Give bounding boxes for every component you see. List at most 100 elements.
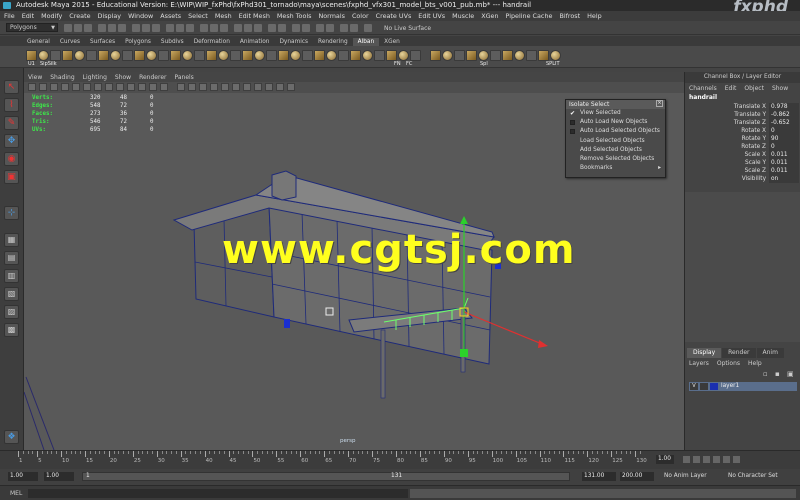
channel-menu-show[interactable]: Show xyxy=(772,85,788,92)
shelf-tool-icon[interactable] xyxy=(74,50,85,61)
status-tool-icon[interactable] xyxy=(302,24,310,32)
layer-menu-options[interactable]: Options xyxy=(717,360,740,367)
step-back-icon[interactable] xyxy=(693,456,700,463)
shelf-tab-dynamics[interactable]: Dynamics xyxy=(274,38,313,46)
shelf-tool-icon[interactable] xyxy=(50,50,61,61)
menu-edit[interactable]: Edit xyxy=(22,12,34,20)
status-tool-icon[interactable] xyxy=(254,24,262,32)
scale-handle[interactable] xyxy=(460,349,468,357)
isolate-menu-item[interactable]: Load Selected Objects xyxy=(566,137,665,146)
status-tool-icon[interactable] xyxy=(244,24,252,32)
shelf-tool-icon[interactable] xyxy=(502,50,513,61)
checkbox[interactable] xyxy=(570,129,575,135)
isolate-menu-item[interactable]: Auto Load Selected Objects xyxy=(566,127,665,136)
time-slider[interactable]: 1.00 1 5 10 15 20 25 30 35 40 45 50 55 60 65 70 75 80 85 9… xyxy=(0,450,800,469)
shelf-tab-animation[interactable]: Animation xyxy=(235,38,275,46)
status-tool-icon[interactable] xyxy=(166,24,174,32)
viewport-tool-icon[interactable] xyxy=(72,83,80,91)
checkbox[interactable] xyxy=(570,120,575,126)
layout-single-icon[interactable]: ▦ xyxy=(4,233,19,247)
shelf-tool-icon[interactable] xyxy=(218,50,229,61)
shelf-tool-icon[interactable] xyxy=(254,50,265,61)
channel-value[interactable]: 0.011 xyxy=(769,167,799,175)
shelf-tool-icon[interactable] xyxy=(466,50,477,61)
shelf-tool-icon[interactable] xyxy=(362,50,373,61)
viewport-tool-icon[interactable] xyxy=(243,83,251,91)
command-language-label[interactable]: MEL xyxy=(10,490,22,497)
layout-four-icon[interactable]: ▤ xyxy=(4,251,19,265)
current-frame-field[interactable]: 1.00 xyxy=(656,455,674,464)
scale-tool-icon[interactable]: ▣ xyxy=(4,170,19,184)
status-tool-icon[interactable] xyxy=(316,24,324,32)
status-tool-icon[interactable] xyxy=(340,24,348,32)
status-tool-icon[interactable] xyxy=(142,24,150,32)
shelf-tool-icon[interactable] xyxy=(538,50,549,61)
menu-set-selector[interactable]: Polygons ▼ xyxy=(6,23,58,32)
status-tool-icon[interactable] xyxy=(132,24,140,32)
channel-menu-channels[interactable]: Channels xyxy=(689,85,717,92)
shelf-tool-icon[interactable] xyxy=(38,50,49,61)
shelf-tool-icon[interactable] xyxy=(86,50,97,61)
menu-select[interactable]: Select xyxy=(188,12,208,20)
shelf-tool-icon[interactable] xyxy=(302,50,313,61)
menu-pipeline-cache[interactable]: Pipeline Cache xyxy=(506,12,553,20)
menu-bifrost[interactable]: Bifrost xyxy=(559,12,580,20)
shelf-tool-icon[interactable] xyxy=(478,50,489,61)
new-layer-icon[interactable]: ▫ xyxy=(763,370,768,378)
anim-layer-selector[interactable]: No Anim Layer xyxy=(664,473,707,479)
shelf-tool-icon[interactable] xyxy=(514,50,525,61)
channel-row-translate-x[interactable]: Translate X 0.978 xyxy=(685,103,800,111)
viewport-tool-icon[interactable] xyxy=(210,83,218,91)
status-tool-icon[interactable] xyxy=(210,24,218,32)
channel-row-scale-z[interactable]: Scale Z 0.011 xyxy=(685,167,800,175)
rotate-tool-icon[interactable]: ◉ xyxy=(4,152,19,166)
shelf-tool-icon[interactable] xyxy=(194,50,205,61)
select-tool-icon[interactable]: ↖ xyxy=(4,80,19,94)
viewport-tool-icon[interactable] xyxy=(149,83,157,91)
status-tool-icon[interactable] xyxy=(176,24,184,32)
menu-display[interactable]: Display xyxy=(98,12,122,20)
shelf-tab-curves[interactable]: Curves xyxy=(55,38,85,46)
viewport-menu-shading[interactable]: Shading xyxy=(50,74,74,81)
layer-color-swatch[interactable] xyxy=(710,383,718,390)
channel-menu-object[interactable]: Object xyxy=(744,85,764,92)
play-forward-icon[interactable] xyxy=(713,456,720,463)
channel-value[interactable]: -0.652 xyxy=(769,119,799,127)
shelf-tab-deformation[interactable]: Deformation xyxy=(189,38,235,46)
shelf-tool-icon[interactable] xyxy=(242,50,253,61)
status-tool-icon[interactable] xyxy=(108,24,116,32)
layout-graph-icon[interactable]: ▨ xyxy=(4,305,19,319)
shelf-tab-subdivs[interactable]: Subdivs xyxy=(156,38,189,46)
shelf-tool-icon[interactable] xyxy=(134,50,145,61)
status-tool-icon[interactable] xyxy=(74,24,82,32)
shelf-tool-icon[interactable] xyxy=(326,50,337,61)
layer-menu-help[interactable]: Help xyxy=(748,360,762,367)
channel-value[interactable]: 0.011 xyxy=(769,151,799,159)
shelf-tool-icon[interactable] xyxy=(158,50,169,61)
menu-muscle[interactable]: Muscle xyxy=(452,12,474,20)
move-tool-icon[interactable]: ✥ xyxy=(4,134,19,148)
menu-window[interactable]: Window xyxy=(128,12,153,20)
menu-help[interactable]: Help xyxy=(587,12,602,20)
viewport-tool-icon[interactable] xyxy=(276,83,284,91)
layer-tab-anim[interactable]: Anim xyxy=(756,348,784,358)
command-input[interactable] xyxy=(28,489,408,498)
new-layer-selected-icon[interactable]: ▪ xyxy=(775,370,780,378)
shelf-tab-alban[interactable]: Alban xyxy=(352,38,380,46)
menu-xgen[interactable]: XGen xyxy=(481,12,498,20)
shelf-tab-surfaces[interactable]: Surfaces xyxy=(85,38,120,46)
isolate-menu-item[interactable]: Add Selected Objects xyxy=(566,146,665,155)
character-set-selector[interactable]: No Character Set xyxy=(728,473,778,479)
viewport-tool-icon[interactable] xyxy=(188,83,196,91)
viewport-tool-icon[interactable] xyxy=(28,83,36,91)
channel-menu-edit[interactable]: Edit xyxy=(725,85,737,92)
shelf-tool-icon[interactable] xyxy=(230,50,241,61)
layer-visibility-toggle[interactable]: V xyxy=(690,383,698,390)
shelf-tab-polygons[interactable]: Polygons xyxy=(120,38,156,46)
shelf-tool-icon[interactable] xyxy=(26,50,37,61)
channel-row-translate-z[interactable]: Translate Z -0.652 xyxy=(685,119,800,127)
shelf-tool-icon[interactable] xyxy=(398,50,409,61)
end-time-field[interactable]: 200.00 xyxy=(620,472,654,481)
shelf-tool-icon[interactable] xyxy=(430,50,441,61)
viewport-menu-view[interactable]: View xyxy=(28,74,42,81)
